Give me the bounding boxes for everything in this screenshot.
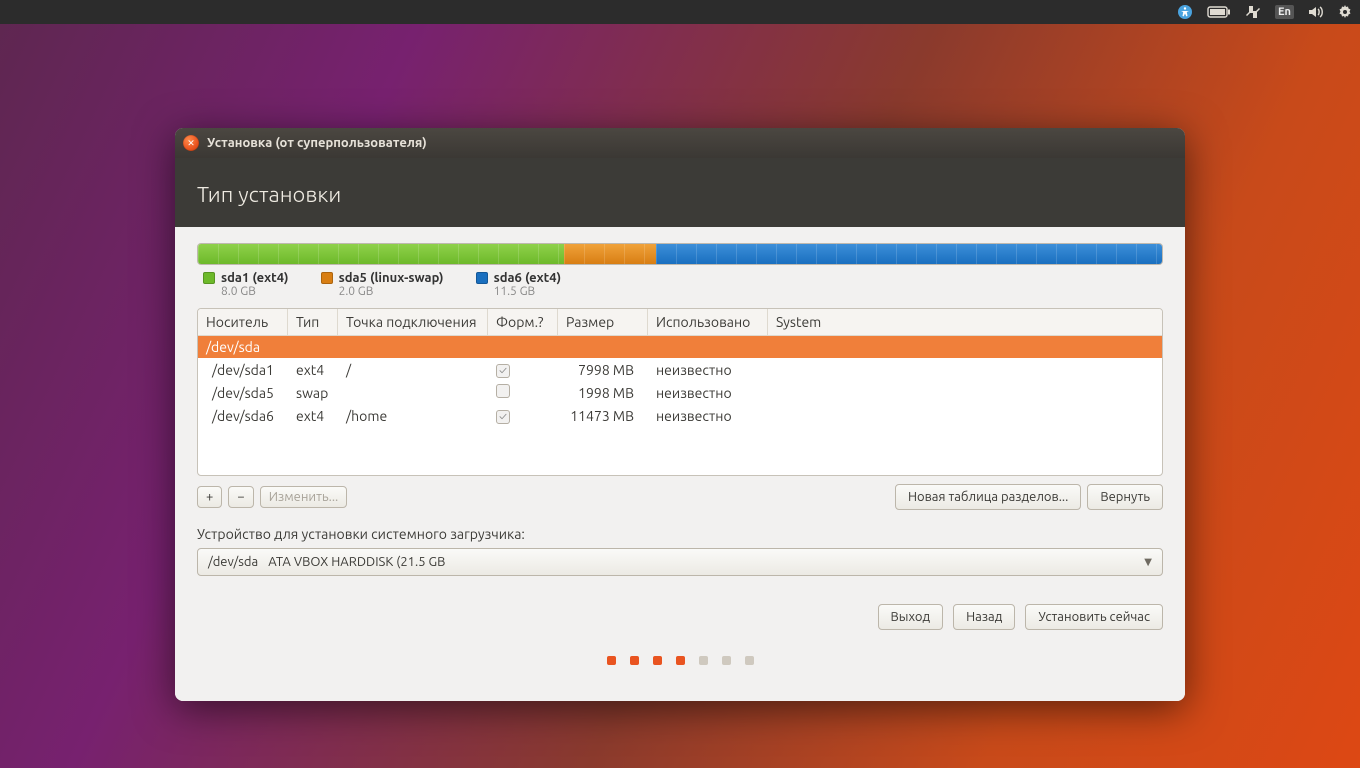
legend-label: sda1 (ext4) [221,271,289,285]
language-indicator[interactable]: En [1275,5,1294,19]
legend-item: sda5 (linux-swap)2.0 GB [321,271,444,298]
battery-icon[interactable] [1207,6,1231,18]
cell-size: 7998 MB [558,359,648,381]
column-header[interactable]: System [768,309,1162,335]
legend-swatch [203,272,215,284]
volume-icon[interactable] [1308,5,1324,19]
accessibility-icon[interactable] [1177,4,1193,20]
progress-dot [607,656,616,665]
installer-window: ✕ Установка (от суперпользователя) Тип у… [175,128,1185,701]
cell-type: swap [288,382,338,404]
cell-mount: /home [338,405,488,427]
bootloader-label: Устройство для установки системного загр… [197,526,1163,542]
new-partition-table-button[interactable]: Новая таблица разделов... [895,484,1081,510]
install-now-button[interactable]: Установить сейчас [1025,604,1163,630]
table-header: НосительТипТочка подключенияФорм.?Размер… [198,309,1162,336]
column-header[interactable]: Форм.? [488,309,558,335]
wizard-actions: Выход Назад Установить сейчас [197,604,1163,630]
partition-segment[interactable] [656,244,1162,264]
progress-dot [630,656,639,665]
change-partition-button[interactable]: Изменить... [260,486,348,508]
cell-mount: / [338,359,488,381]
column-header[interactable]: Точка подключения [338,309,488,335]
cell-format[interactable] [488,381,558,404]
window-title: Установка (от суперпользователя) [207,136,427,150]
partition-toolbar: + − Изменить... Новая таблица разделов..… [197,484,1163,510]
legend-size: 11.5 GB [494,285,562,298]
chevron-down-icon: ▼ [1144,556,1152,568]
cell-used: неизвестно [648,382,768,404]
table-row[interactable]: /dev/sda5swap 1998 MBнеизвестно [198,381,1162,404]
cell-format[interactable] [488,404,558,427]
partition-table[interactable]: НосительТипТочка подключенияФорм.?Размер… [197,308,1163,476]
column-header[interactable]: Размер [558,309,648,335]
partition-usage-bar [197,243,1163,265]
cell-device: /dev/sda5 [198,382,288,404]
partition-legend: sda1 (ext4)8.0 GB sda5 (linux-swap)2.0 GB… [197,265,1163,308]
partition-segment[interactable] [198,244,564,264]
window-titlebar[interactable]: ✕ Установка (от суперпользователя) [175,128,1185,158]
column-header[interactable]: Носитель [198,309,288,335]
legend-size: 2.0 GB [339,285,444,298]
legend-item: sda6 (ext4)11.5 GB [476,271,562,298]
progress-dot [653,656,662,665]
bootloader-device-value: /dev/sda [208,555,258,569]
cell-format[interactable] [488,358,558,381]
legend-size: 8.0 GB [221,285,289,298]
cell-device: /dev/sda1 [198,359,288,381]
cell-mount [338,390,488,396]
column-header[interactable]: Использовано [648,309,768,335]
cell-type: ext4 [288,359,338,381]
legend-item: sda1 (ext4)8.0 GB [203,271,289,298]
progress-dot [699,656,708,665]
format-checkbox[interactable] [496,384,510,398]
page-heading: Тип установки [175,158,1185,227]
column-header[interactable]: Тип [288,309,338,335]
progress-dot [722,656,731,665]
legend-label: sda5 (linux-swap) [339,271,444,285]
table-row[interactable]: /dev/sda1ext4/ 7998 MBнеизвестно [198,358,1162,381]
back-button[interactable]: Назад [953,604,1015,630]
bootloader-device-select[interactable]: /dev/sda ATA VBOX HARDDISK (21.5 GB ▼ [197,548,1163,576]
remove-partition-button[interactable]: − [228,486,253,508]
format-checkbox[interactable] [496,364,510,378]
table-row[interactable]: /dev/sda6ext4/home 11473 MBнеизвестно [198,404,1162,427]
progress-dot [745,656,754,665]
drive-row[interactable]: /dev/sda [198,336,1162,358]
legend-label: sda6 (ext4) [494,271,562,285]
cell-size: 11473 MB [558,405,648,427]
format-checkbox[interactable] [496,410,510,424]
add-partition-button[interactable]: + [197,486,222,508]
legend-swatch [476,272,488,284]
bootloader-device-desc: ATA VBOX HARDDISK (21.5 GB [268,555,445,569]
settings-icon[interactable] [1338,5,1352,19]
revert-button[interactable]: Вернуть [1087,484,1163,510]
progress-dots [197,656,1163,665]
partition-segment[interactable] [564,244,656,264]
cell-used: неизвестно [648,405,768,427]
cell-type: ext4 [288,405,338,427]
progress-dot [676,656,685,665]
close-icon[interactable]: ✕ [183,135,199,151]
cell-used: неизвестно [648,359,768,381]
network-icon[interactable] [1245,5,1261,19]
legend-swatch [321,272,333,284]
menu-bar: En [0,0,1360,24]
quit-button[interactable]: Выход [878,604,944,630]
cell-size: 1998 MB [558,382,648,404]
cell-device: /dev/sda6 [198,405,288,427]
